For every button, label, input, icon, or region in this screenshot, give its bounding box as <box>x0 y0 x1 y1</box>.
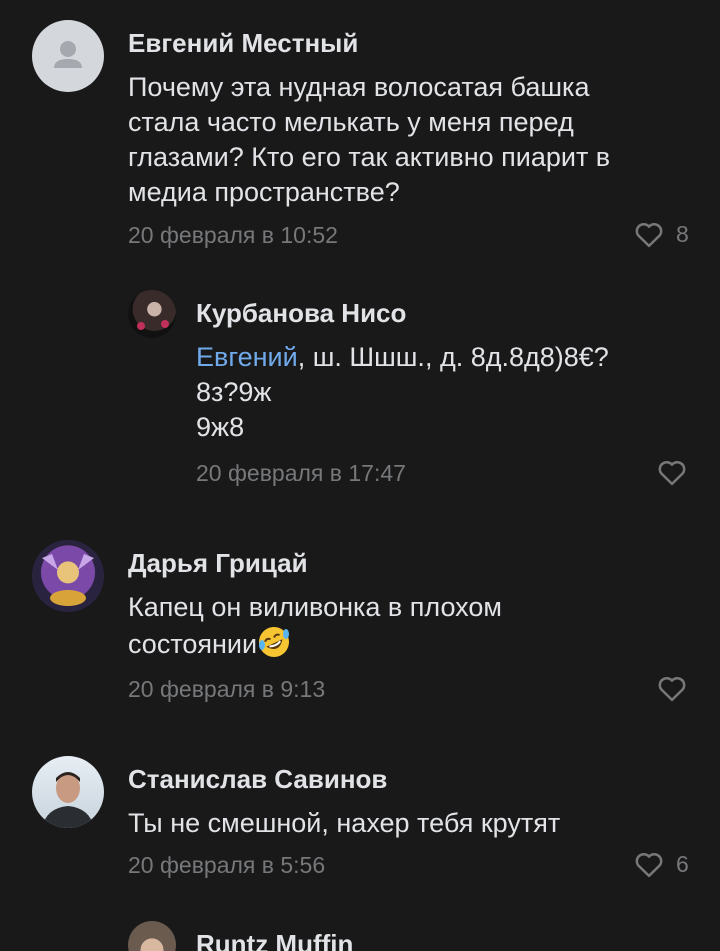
avatar-photo-icon <box>42 772 94 828</box>
heart-icon <box>658 460 686 486</box>
comment-date: 20 февраля в 5:56 <box>128 852 326 878</box>
like-button[interactable]: 8 <box>634 220 689 248</box>
comment-runtz: Runtz Muffin <box>0 915 720 951</box>
comment-author[interactable]: Runtz Muffin <box>196 929 353 951</box>
comment-line: 8з?9ж <box>196 377 272 407</box>
comment-kurbanova: Курбанова Нисо Евгений, ш. Шшш., д. 8д.8… <box>0 280 720 500</box>
comment-line: Почему эта нудная волосатая башка <box>128 72 590 102</box>
comment-line: Ты не смешной, нахер тебя крутят <box>128 808 561 838</box>
like-button[interactable] <box>657 674 687 702</box>
like-count: 6 <box>676 850 689 877</box>
heart-icon <box>635 222 663 248</box>
comment-line: состоянии <box>128 625 688 662</box>
avatar-photo-icon <box>42 554 94 606</box>
mention-link[interactable]: Евгений <box>196 342 298 372</box>
default-user-icon <box>54 41 82 68</box>
comment-line-text: состоянии <box>128 629 258 659</box>
comment-date: 20 февраля в 10:52 <box>128 222 338 248</box>
comment-author[interactable]: Евгений Местный <box>128 28 358 59</box>
comment-darya: Дарья Грицай Капец он виливонка в плохом… <box>0 520 720 720</box>
rofl-emoji-icon <box>259 627 290 657</box>
comment-evgeniy: Евгений Местный Почему эта нудная волоса… <box>0 0 720 260</box>
comment-text: Почему эта нудная волосатая башка стала … <box>128 70 688 210</box>
comment-text: Капец он виливонка в плохом состоянии <box>128 590 688 662</box>
heart-icon <box>635 852 663 878</box>
comment-stanislav: Станислав Савинов Ты не смешной, нахер т… <box>0 740 720 900</box>
avatar[interactable] <box>32 20 104 92</box>
like-count: 8 <box>676 220 689 247</box>
comment-author[interactable]: Дарья Грицай <box>128 548 308 579</box>
comment-line: глазами? Кто его так активно пиарит в <box>128 142 611 172</box>
comment-line-rest: , ш. Шшш., д. 8д.8д8)8€? <box>297 342 609 372</box>
like-button[interactable]: 6 <box>634 850 689 878</box>
comment-line: 9ж8 <box>196 412 245 442</box>
avatar[interactable] <box>32 540 104 612</box>
comment-line: стала часто мелькать у меня перед <box>128 107 574 137</box>
avatar[interactable] <box>128 921 176 951</box>
heart-icon <box>658 676 686 702</box>
comment-line: медиа пространстве? <box>128 177 400 207</box>
comment-text: Ты не смешной, нахер тебя крутят <box>128 806 688 841</box>
comment-date: 20 февраля в 9:13 <box>128 676 326 702</box>
comment-author[interactable]: Курбанова Нисо <box>196 298 406 329</box>
avatar[interactable] <box>32 756 104 828</box>
like-button[interactable] <box>657 458 687 486</box>
comment-line: Евгений, ш. Шшш., д. 8д.8д8)8€? <box>196 340 696 375</box>
comment-text: Евгений, ш. Шшш., д. 8д.8д8)8€? 8з?9ж 9ж… <box>196 340 696 445</box>
avatar-photo-icon <box>137 320 169 330</box>
avatar[interactable] <box>128 290 176 338</box>
comment-author[interactable]: Станислав Савинов <box>128 764 387 795</box>
comment-line: Капец он виливонка в плохом <box>128 592 502 622</box>
comment-date: 20 февраля в 17:47 <box>196 460 406 486</box>
